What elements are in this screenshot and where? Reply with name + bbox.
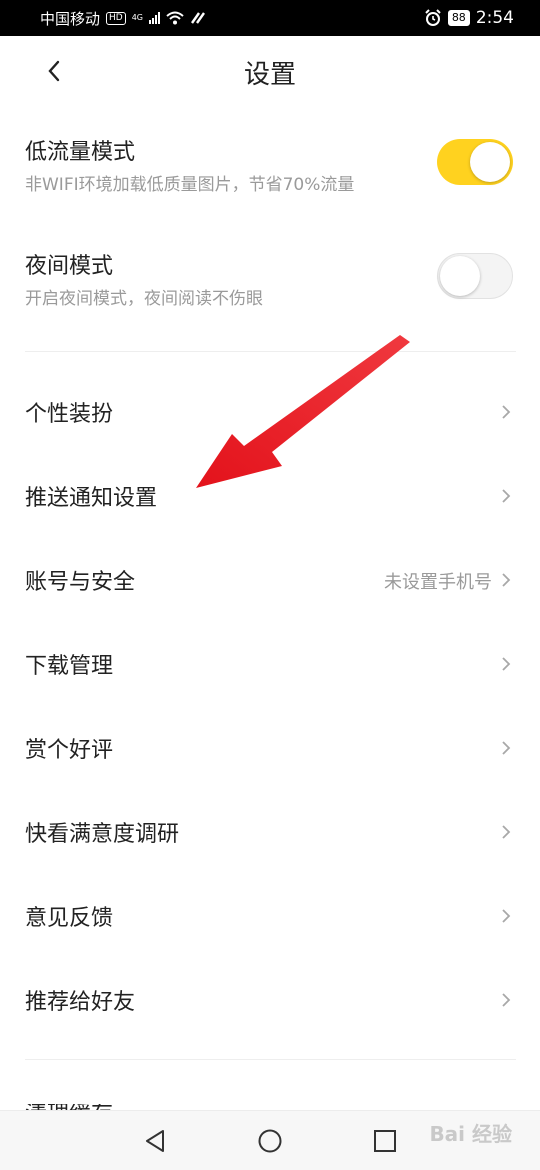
switch-knob <box>470 142 510 182</box>
section-divider <box>25 351 516 352</box>
chevron-right-icon <box>502 741 511 755</box>
night-mode-subtitle: 开启夜间模式，夜间阅读不伤眼 <box>25 289 263 309</box>
chevron-right-icon <box>502 909 511 923</box>
battery-level: 88 <box>447 10 470 26</box>
menu-item-label: 下载管理 <box>25 654 114 679</box>
wifi-icon <box>166 11 184 25</box>
night-mode-switch[interactable] <box>437 253 513 299</box>
menu-item-feedback[interactable]: 意见反馈 <box>0 874 540 958</box>
menu-item-personalize[interactable]: 个性装扮 <box>0 370 540 454</box>
low-data-mode-switch[interactable] <box>437 139 513 185</box>
menu-item-label: 推荐给好友 <box>25 990 136 1015</box>
switch-knob <box>440 256 480 296</box>
section-divider <box>25 1059 516 1060</box>
chevron-right-icon <box>502 573 511 587</box>
menu-item-recommend[interactable]: 推荐给好友 <box>0 958 540 1042</box>
chevron-right-icon <box>502 825 511 839</box>
nfc-icon <box>191 12 205 24</box>
low-data-mode-title: 低流量模式 <box>25 140 136 165</box>
phone-status-value: 未设置手机号 <box>384 572 492 593</box>
nav-back-icon[interactable] <box>141 1127 169 1155</box>
menu-item-label: 个性装扮 <box>25 402 114 427</box>
alarm-icon <box>425 9 441 26</box>
menu-item-push-settings[interactable]: 推送通知设置 <box>0 454 540 538</box>
hd-badge: HD <box>106 11 126 25</box>
network-type: 4G <box>131 13 144 22</box>
low-data-mode-subtitle: 非WIFI环境加载低质量图片，节省70%流量 <box>25 175 355 195</box>
menu-item-rate-app[interactable]: 赏个好评 <box>0 706 540 790</box>
nav-home-icon[interactable] <box>256 1127 284 1155</box>
chevron-right-icon <box>502 405 511 419</box>
menu-item-label: 意见反馈 <box>25 906 114 931</box>
nav-recents-icon[interactable] <box>371 1127 399 1155</box>
status-bar: 中国移动 HD 4G 88 2:54 <box>0 0 540 36</box>
menu-item-label: 推送通知设置 <box>25 486 158 511</box>
header: 设置 <box>0 36 540 110</box>
chevron-right-icon <box>502 657 511 671</box>
menu-item-survey[interactable]: 快看满意度调研 <box>0 790 540 874</box>
menu-item-label: 账号与安全 <box>25 570 136 595</box>
watermark: Bai 经验 <box>429 1122 512 1146</box>
carrier-name: 中国移动 <box>40 9 101 28</box>
low-data-mode-row[interactable]: 低流量模式 非WIFI环境加载低质量图片，节省70%流量 <box>0 120 540 230</box>
menu-item-account-security[interactable]: 账号与安全 未设置手机号 <box>0 538 540 622</box>
night-mode-row[interactable]: 夜间模式 开启夜间模式，夜间阅读不伤眼 <box>0 234 540 344</box>
chevron-right-icon <box>502 489 511 503</box>
menu-item-label: 赏个好评 <box>25 738 114 763</box>
page-title: 设置 <box>243 60 296 90</box>
chevron-right-icon <box>502 993 511 1007</box>
menu-item-downloads[interactable]: 下载管理 <box>0 622 540 706</box>
signal-icon <box>149 12 161 24</box>
night-mode-title: 夜间模式 <box>25 254 114 279</box>
menu-item-label: 快看满意度调研 <box>25 822 180 847</box>
clock: 2:54 <box>475 8 514 28</box>
